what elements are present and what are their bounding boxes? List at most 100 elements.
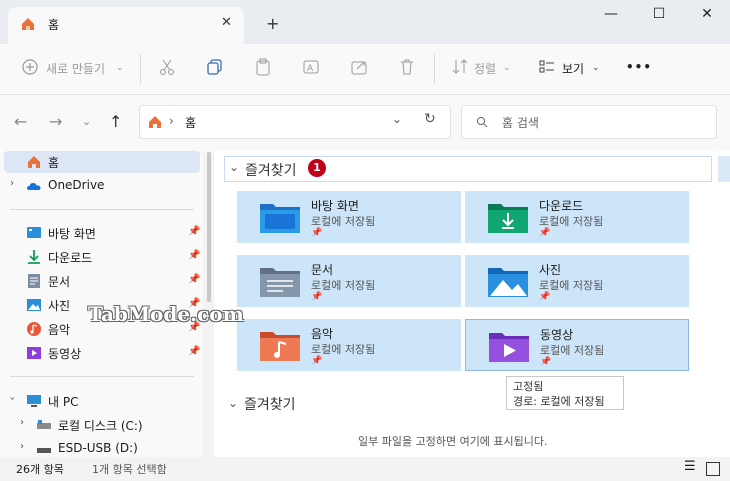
divider	[434, 54, 435, 84]
desktop-icon	[27, 227, 41, 238]
maximize-button[interactable]: ☐	[636, 6, 682, 26]
selected-count: 1개 항목 선택함	[92, 463, 167, 476]
address-dropdown-icon[interactable]: ⌄	[392, 112, 402, 126]
view-button[interactable]: 보기	[562, 60, 584, 77]
cut-icon[interactable]	[157, 57, 177, 77]
pin-icon[interactable]: 📌	[188, 226, 200, 237]
chevron-down-icon: ⌄	[592, 63, 600, 73]
tile-location: 로컬에 저장됨	[311, 215, 376, 228]
sidebar-item-desktop[interactable]: 바탕 화면 📌	[4, 222, 200, 244]
empty-state-text: 일부 파일을 고정하면 여기에 표시됩니다.	[358, 435, 548, 448]
refresh-icon[interactable]: ↻	[424, 111, 436, 127]
pin-icon: 📌	[539, 228, 551, 238]
sort-button[interactable]: 정렬	[474, 60, 496, 77]
sidebar-item-documents[interactable]: 문서 📌	[4, 270, 200, 292]
divider	[140, 54, 141, 84]
sidebar-scrollbar[interactable]	[207, 152, 211, 302]
paste-icon[interactable]	[253, 57, 273, 77]
tile-videos[interactable]: 동영상 로컬에 저장됨 📌	[465, 319, 689, 371]
tooltip-line: 경로: 로컬에 저장됨	[513, 395, 605, 408]
download-icon	[28, 250, 40, 264]
sidebar-item-label: ESD-USB (D:)	[58, 441, 138, 455]
minimize-button[interactable]: —	[588, 6, 634, 26]
search-input[interactable]: 홈 검색	[502, 114, 539, 131]
expand-chevron-icon[interactable]: ›	[20, 417, 24, 428]
address-row: ← → ⌄ ↑ › 홈 ⌄ ↻ 홈 검색	[0, 95, 730, 151]
share-icon[interactable]	[349, 57, 369, 77]
tile-desktop[interactable]: 바탕 화면 로컬에 저장됨 📌	[237, 191, 461, 243]
pin-icon: 📌	[311, 356, 323, 366]
drive-icon	[37, 420, 51, 429]
tile-location: 로컬에 저장됨	[311, 279, 376, 292]
tile-downloads[interactable]: 다운로드 로컬에 저장됨 📌	[465, 191, 689, 243]
close-tab-icon[interactable]: ✕	[221, 15, 232, 30]
collapse-chevron-icon[interactable]: ⌄	[229, 160, 239, 174]
cloud-icon	[27, 183, 41, 190]
rename-icon[interactable]: A	[301, 57, 321, 77]
expand-chevron-icon[interactable]: ›	[10, 178, 14, 189]
pin-icon: 📌	[539, 292, 551, 302]
delete-icon[interactable]	[397, 57, 417, 77]
new-plus-icon[interactable]	[20, 57, 40, 77]
step-badge: 1	[308, 159, 326, 177]
sidebar-item-downloads[interactable]: 다운로드 📌	[4, 246, 200, 268]
sidebar-item-onedrive[interactable]: › OneDrive	[4, 175, 200, 197]
new-tab-button[interactable]: +	[266, 14, 279, 33]
sort-icon[interactable]	[450, 57, 470, 77]
copy-icon[interactable]	[205, 57, 225, 77]
tile-pictures[interactable]: 사진 로컬에 저장됨 📌	[465, 255, 689, 307]
up-arrow-icon[interactable]: ↑	[109, 112, 122, 131]
details-view-icon[interactable]: ☰	[684, 459, 696, 474]
pin-icon[interactable]: 📌	[188, 346, 200, 357]
document-icon	[28, 274, 40, 288]
new-button[interactable]: 새로 만들기	[46, 60, 105, 77]
more-options-button[interactable]: •••	[626, 60, 652, 74]
music-icon	[27, 322, 41, 336]
tab-home[interactable]: 홈 ✕	[8, 7, 244, 44]
pin-icon[interactable]: 📌	[188, 274, 200, 285]
documents-folder-icon	[260, 268, 300, 297]
home-icon	[28, 156, 40, 168]
downloads-folder-icon	[488, 204, 528, 233]
home-icon	[22, 18, 34, 30]
sidebar-item-videos[interactable]: 동영상 📌	[4, 342, 200, 364]
expand-chevron-icon[interactable]: ›	[7, 397, 18, 401]
recent-chevron-icon[interactable]: ⌄	[82, 115, 91, 128]
expand-chevron-icon[interactable]: ›	[20, 441, 24, 452]
tile-name: 바탕 화면	[311, 199, 359, 213]
title-bar: 홈 ✕ + — ☐ ✕	[0, 0, 730, 44]
search-box[interactable]: 홈 검색	[461, 105, 717, 139]
sidebar-item-this-pc[interactable]: › 내 PC	[4, 390, 200, 412]
pin-icon: 📌	[311, 292, 323, 302]
address-bar[interactable]: › 홈 ⌄ ↻	[139, 105, 451, 139]
picture-icon	[27, 299, 41, 311]
video-icon	[27, 347, 41, 359]
close-window-button[interactable]: ✕	[684, 6, 730, 26]
tiles-view-icon[interactable]	[706, 462, 720, 476]
sidebar-item-label: 바탕 화면	[48, 227, 96, 241]
section-title: 즐겨찾기	[245, 163, 297, 179]
sidebar-item-label: 음악	[48, 323, 71, 337]
tooltip: 고정됨 경로: 로컬에 저장됨	[506, 376, 624, 410]
favorites-section-header[interactable]: ⌄ 즐겨찾기 1	[224, 156, 712, 182]
sidebar-item-label: 사진	[48, 299, 71, 313]
breadcrumb-home[interactable]: 홈	[185, 114, 196, 131]
tile-location: 로컬에 저장됨	[539, 215, 604, 228]
tab-title: 홈	[48, 18, 60, 32]
music-folder-icon	[260, 332, 300, 361]
pin-icon: 📌	[540, 357, 552, 367]
forward-arrow-icon[interactable]: →	[49, 112, 62, 131]
sidebar-item-label: 홈	[48, 156, 60, 170]
back-arrow-icon[interactable]: ←	[14, 112, 27, 131]
pin-icon[interactable]: 📌	[188, 250, 200, 261]
tile-music[interactable]: 음악 로컬에 저장됨 📌	[237, 319, 461, 371]
sidebar-item-label: 다운로드	[48, 251, 93, 265]
collapse-chevron-icon[interactable]: ⌄	[228, 396, 238, 410]
view-icon[interactable]	[537, 57, 557, 77]
sidebar-item-home[interactable]: 홈	[4, 151, 200, 173]
sidebar-item-local-disk[interactable]: › 로컬 디스크 (C:)	[4, 414, 200, 436]
content-scrollbar[interactable]	[718, 156, 730, 182]
content-pane: ⌄ 즐겨찾기 1 바탕 화면 로컬에 저장됨 📌 다운로드 로컬에 저장됨 📌 …	[214, 151, 730, 457]
tile-documents[interactable]: 문서 로컬에 저장됨 📌	[237, 255, 461, 307]
breadcrumb-chevron-icon: ›	[169, 114, 174, 128]
